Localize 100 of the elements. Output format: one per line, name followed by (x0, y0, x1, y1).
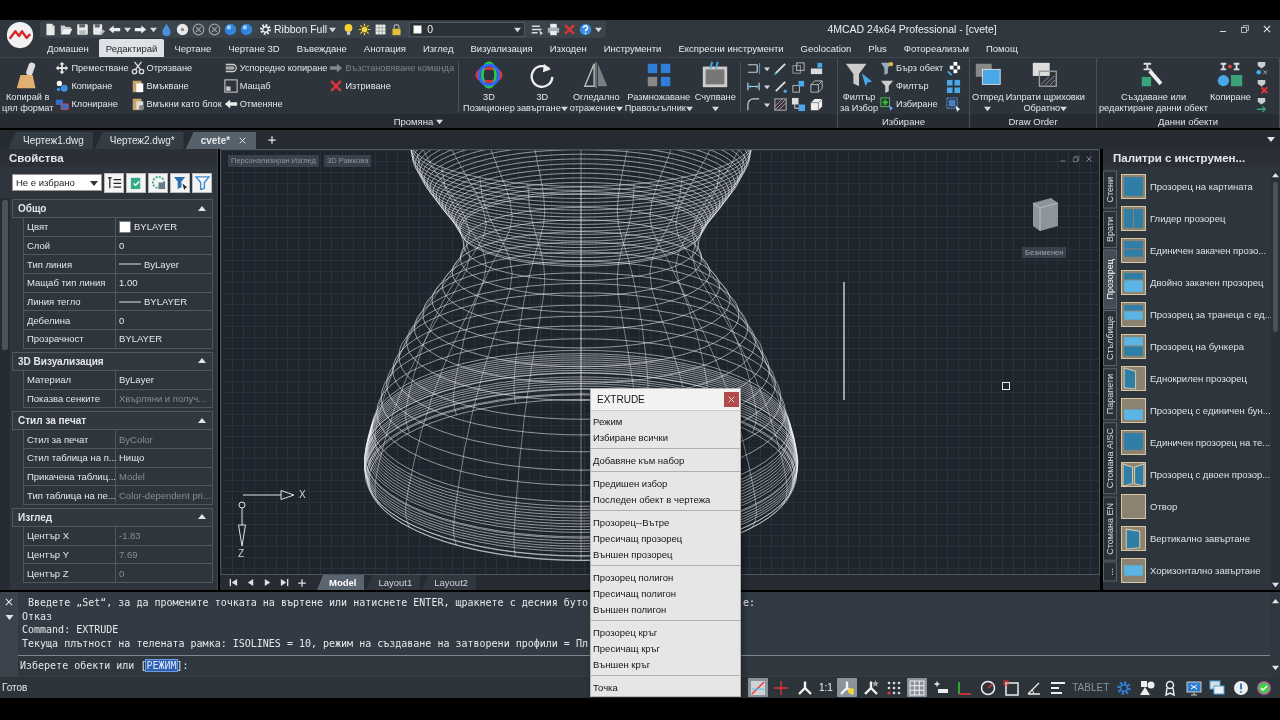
fillet-corner-icon[interactable] (745, 97, 761, 112)
ribbon-button[interactable]: Размножаване Правоъгълник (623, 59, 694, 114)
connected-blocks-icon[interactable] (790, 97, 806, 112)
overlapping-squares-icon[interactable] (790, 61, 806, 76)
workspace-dropdown[interactable]: Ribbon Full (259, 22, 337, 36)
ribbon-button[interactable]: Отрязване (130, 59, 222, 77)
palette-item[interactable]: Вертикално завъртане (1121, 522, 1271, 554)
lines-cursor-icon[interactable] (531, 22, 545, 36)
ribbon-tab[interactable]: Експресни инструменти (671, 39, 791, 57)
palette-item[interactable]: Глидер прозорец (1121, 202, 1271, 234)
printer-icon[interactable] (547, 22, 561, 36)
status-toggle[interactable]: 1:1 (818, 678, 834, 697)
menu-item[interactable]: Прозорец кръг (591, 624, 740, 640)
palette-tab[interactable]: Врати (1103, 210, 1117, 248)
layout-tab[interactable]: Layout2 (422, 575, 477, 590)
menu-item[interactable]: Пресичащ прозорец (591, 530, 740, 546)
ribbon-tab[interactable]: Домашен (40, 39, 96, 57)
pen-line-icon[interactable] (772, 61, 788, 76)
layout-tab[interactable]: Model (317, 575, 365, 590)
caret-icon[interactable] (150, 25, 157, 33)
pen-dot-icon[interactable] (772, 79, 788, 94)
ribbon-tab[interactable]: Чертане 3D (221, 39, 287, 57)
ribbon-button[interactable]: Копиране (55, 77, 129, 95)
menu-item[interactable]: Последен обект в чертежа (591, 491, 740, 507)
ribbon-button[interactable]: Преместване (55, 59, 129, 77)
caret-icon[interactable] (763, 65, 770, 72)
ribbon-button[interactable]: Копирай в цял формат (1, 59, 55, 114)
palette-item[interactable]: Отвор (1121, 490, 1271, 522)
menu-item[interactable]: Режим (591, 413, 740, 429)
ribbon-button[interactable]: Огледално отражение (568, 59, 624, 114)
palette-tab[interactable]: Стълбище (1103, 310, 1117, 367)
selection-dropdown[interactable]: Не е избрано (12, 174, 102, 191)
toolbar-button[interactable] (148, 172, 168, 193)
padlock-icon[interactable] (390, 22, 404, 36)
ribbon-button[interactable]: Счупване (693, 59, 737, 114)
box-outline-icon[interactable] (808, 79, 824, 94)
menu-item[interactable]: Външен кръг (591, 656, 740, 672)
ribbon-tab[interactable]: Plus (861, 39, 894, 57)
toolbar-button[interactable] (192, 172, 212, 193)
toolbar-button[interactable] (126, 172, 146, 193)
property-value[interactable]: ByLayer (144, 258, 179, 270)
checkered-squares-icon[interactable] (946, 61, 962, 76)
menu-item[interactable]: Прозорец--Вътре (591, 514, 740, 530)
ribbon-tab[interactable]: Помощ (978, 39, 1025, 57)
scrollbar[interactable] (0, 198, 10, 590)
status-toggle[interactable] (837, 678, 858, 697)
section-header[interactable]: Изглед (12, 507, 213, 527)
shield-dot-icon[interactable] (1253, 61, 1269, 76)
forward-triangle-icon[interactable] (263, 578, 272, 587)
ribbon-tab[interactable]: Изходен (542, 39, 594, 57)
ribbon-button[interactable]: Филтър за Избор (839, 59, 880, 114)
ribbon-tab[interactable]: Инструменти (596, 39, 669, 57)
status-toggle[interactable] (1183, 678, 1204, 697)
menu-item[interactable]: Избиране всички (591, 429, 740, 445)
document-tab[interactable]: Чертеж2.dwg* (94, 132, 184, 149)
option-link[interactable]: РЕЖИМ (146, 660, 177, 671)
ribbon-button[interactable]: Отменяне (223, 95, 328, 113)
palette-item[interactable]: Прозорец за транеца с ед... (1121, 298, 1271, 330)
sphere-icon[interactable] (240, 22, 253, 36)
palette-item[interactable]: Двойно закачен прозорец (1121, 266, 1271, 298)
ribbon-button[interactable]: Създаване или редактиране данни обект (1098, 59, 1209, 114)
caret-icon[interactable] (436, 117, 444, 125)
property-value[interactable]: 1.00 (119, 277, 138, 289)
window-cursor-icon[interactable] (946, 97, 962, 112)
section-header[interactable]: 3D Визуализация (12, 351, 213, 371)
plus-icon[interactable] (267, 135, 278, 145)
ribbon-tab[interactable]: Изглед (415, 39, 461, 57)
layer-dropdown[interactable]: 0 (409, 21, 526, 37)
document-tab[interactable]: Чертеж1.dwg (8, 132, 93, 149)
palette-item[interactable]: Еднокрилен прозорец (1121, 362, 1271, 394)
ribbon-tab[interactable]: Въвеждане (289, 39, 354, 57)
four-squares-icon[interactable] (946, 79, 962, 94)
folder-icon[interactable] (60, 22, 73, 36)
caret-icon[interactable] (124, 25, 131, 33)
palette-tab[interactable]: ... (1103, 562, 1117, 582)
ribbon-button[interactable]: Вмъкни като блок (130, 95, 222, 113)
status-toggle[interactable] (907, 678, 928, 697)
plus-icon[interactable] (297, 577, 307, 588)
ribbon-button[interactable]: Вмъкване (130, 77, 222, 95)
ribbon-tab[interactable]: Чертане (167, 39, 219, 57)
palette-item[interactable]: Прозорец на бункера (1121, 330, 1271, 362)
ribbon-button[interactable]: Избиране (880, 95, 944, 113)
ribbon-button[interactable]: Успоредно копиране (223, 59, 328, 77)
down-triangle-icon[interactable] (1267, 135, 1275, 143)
restore-icon[interactable] (1072, 155, 1080, 163)
close-button[interactable] (724, 392, 739, 407)
skip-back-icon[interactable] (229, 578, 238, 587)
layout-tab[interactable]: Layout1 (366, 575, 421, 590)
palette-item[interactable]: Единичен закачен прозо... (1121, 234, 1271, 266)
palette-item[interactable]: Прозорец с двоен прозор... (1121, 458, 1271, 490)
property-value[interactable]: BYLAYER (134, 221, 178, 233)
ribbon-tab[interactable]: Визуализация (463, 39, 540, 57)
cube-icon[interactable] (1030, 196, 1060, 232)
palette-tab[interactable]: Прозорец (1103, 249, 1117, 309)
close-icon[interactable] (1085, 155, 1093, 163)
ribbon-button[interactable]: Мащаб (223, 77, 328, 95)
menu-item[interactable]: Точка (591, 679, 740, 695)
palette-tab[interactable]: Стомана EN (1103, 496, 1117, 561)
status-toggle[interactable]: TABLET (1071, 678, 1111, 697)
property-value[interactable]: 0 (119, 240, 125, 252)
